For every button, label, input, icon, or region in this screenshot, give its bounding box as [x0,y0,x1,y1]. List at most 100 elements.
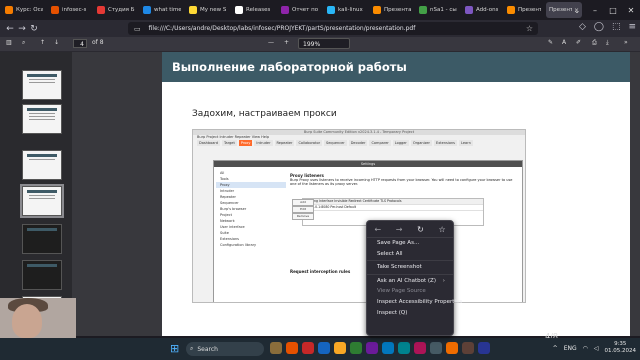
app-icon[interactable] [270,342,282,354]
extensions-icon[interactable]: ⬚ [612,22,621,32]
burp-tabs: Dashboard Target Proxy Intruder Repeater… [193,140,525,146]
nav-bar: ← → ↻ ▭ file:///C:/Users/andre/Desktop/l… [0,20,640,37]
tab[interactable]: infosec-s [48,2,92,18]
menu-icon[interactable]: ≡ [628,22,636,32]
thumbnail-page[interactable] [22,224,62,254]
tab-favicon-icon [51,6,59,14]
tab-favicon-icon [507,6,515,14]
tab[interactable]: Add-ons [462,2,502,18]
thumbnail-page[interactable] [22,260,62,290]
app-icon[interactable] [366,342,378,354]
bookmark-star-icon[interactable]: ☆ [526,24,533,33]
menu-item-take-screenshot[interactable]: Take Screenshot [367,262,453,273]
bookmark-star-icon[interactable]: ☆ [438,225,445,234]
burp-tab: Organizer [410,140,432,146]
burp-screenshot: Burp Suite Community Edition v2024.3.1.4… [192,129,526,303]
menu-item-save-page[interactable]: Save Page As... [367,238,453,249]
app-icon[interactable] [382,342,394,354]
tab-favicon-icon [143,6,151,14]
back-icon[interactable]: ← [4,24,16,34]
app-icon[interactable] [318,342,330,354]
close-window-icon[interactable]: ✕ [622,6,640,15]
zoom-select[interactable]: 199% [298,38,350,49]
tab[interactable]: Отчет по [278,2,322,18]
text-icon[interactable]: A [562,39,566,46]
find-icon[interactable]: ⌕ [22,39,25,47]
nav-right-toolbar: ◇ ◯ ⬚ ≡ [579,22,636,32]
search-icon: ⌕ [190,345,194,352]
print-icon[interactable]: ⎙ [592,39,597,47]
thumbnail-page[interactable] [22,70,62,100]
reload-icon[interactable]: ↻ [28,24,40,34]
more-tools-icon[interactable]: » [624,39,628,46]
thumbnail-page[interactable] [22,150,62,180]
volume-icon[interactable]: ◁ [594,345,599,352]
menu-item-label: Ask an AI Chatbot (Z) [377,277,436,284]
menu-separator [367,260,453,262]
taskbar-search[interactable]: ⌕ Search [186,342,264,356]
language-indicator[interactable]: ENG [564,345,577,352]
tab[interactable]: Releases [232,2,276,18]
menu-item-inspect-accessibility[interactable]: Inspect Accessibility Properties [367,297,462,308]
tab-list-icon[interactable]: ⌄ [568,6,586,15]
pocket-icon[interactable]: ◇ [579,22,586,32]
prev-page-icon[interactable]: ↑ [40,39,45,46]
app-icon[interactable] [478,342,490,354]
next-page-icon[interactable]: ↓ [54,39,59,46]
zoom-in-button[interactable]: + [284,39,289,46]
taskbar-apps [270,342,490,354]
app-icon[interactable] [430,342,442,354]
app-icon[interactable] [462,342,474,354]
reload-icon[interactable]: ↻ [417,225,424,234]
minimize-icon[interactable]: – [586,6,604,15]
clock-date: 01.05.2024 [604,348,637,354]
wifi-icon[interactable]: ◠ [583,345,588,352]
account-icon[interactable]: ◯ [594,22,604,32]
zoom-out-button[interactable]: — [268,39,274,46]
menu-item-inspect[interactable]: Inspect (Q) [367,308,453,319]
settings-body: Proxy listeners Burp Proxy uses listener… [290,173,518,186]
menu-item-ask-ai-chatbot[interactable]: Ask an AI Chatbot (Z) › [367,276,453,287]
thumbnail-page[interactable] [22,104,62,134]
app-icon[interactable] [334,342,346,354]
tray-chevron-icon[interactable]: ^ [553,345,558,352]
app-icon[interactable] [286,342,298,354]
tab-favicon-icon [281,6,289,14]
app-icon[interactable] [302,342,314,354]
burp-tab: Repeater [274,140,295,146]
draw-icon[interactable]: ✐ [576,39,581,46]
clock[interactable]: 9:35 01.05.2024 [605,341,637,355]
menu-item-select-all[interactable]: Select All [367,249,453,260]
tab[interactable]: nSa1 - сы [416,2,460,18]
maximize-icon[interactable]: □ [604,6,622,15]
windows-start-icon[interactable]: ⊞ [170,342,179,355]
search-label: Search [197,345,218,353]
burp-tab: Target [222,140,237,146]
context-nav-row: ← → ↻ ☆ [367,221,453,238]
forward-icon[interactable]: → [16,24,28,34]
app-icon[interactable] [446,342,458,354]
highlight-icon[interactable]: ✎ [548,39,553,46]
webcam-overlay [0,298,76,338]
tab[interactable]: Презента [504,2,544,18]
pdf-viewer[interactable]: Выполнение лабораторной работы Задохим, … [72,52,640,336]
slide-title: Выполнение лабораторной работы [172,60,407,74]
tab[interactable]: Презента [370,2,414,18]
tab[interactable]: My new S [186,2,230,18]
tab[interactable]: Курс: Оса [2,2,46,18]
app-icon[interactable] [350,342,362,354]
thumbnail-page-selected[interactable] [20,184,64,218]
sidebar-toggle-icon[interactable]: ▥ [6,39,12,46]
tab[interactable]: what time [140,2,184,18]
tab-favicon-icon [373,6,381,14]
url-bar[interactable]: ▭ file:///C:/Users/andre/Desktop/labs/in… [128,22,538,35]
tab[interactable]: kali-linux [324,2,368,18]
tab[interactable]: Студия Б [94,2,138,18]
back-icon[interactable]: ← [374,225,381,234]
page-number-input[interactable]: 4 [73,39,87,48]
app-icon[interactable] [414,342,426,354]
app-icon[interactable] [398,342,410,354]
forward-icon[interactable]: → [396,225,403,234]
tab-favicon-icon [419,6,427,14]
save-icon[interactable]: ⤓ [606,39,609,47]
